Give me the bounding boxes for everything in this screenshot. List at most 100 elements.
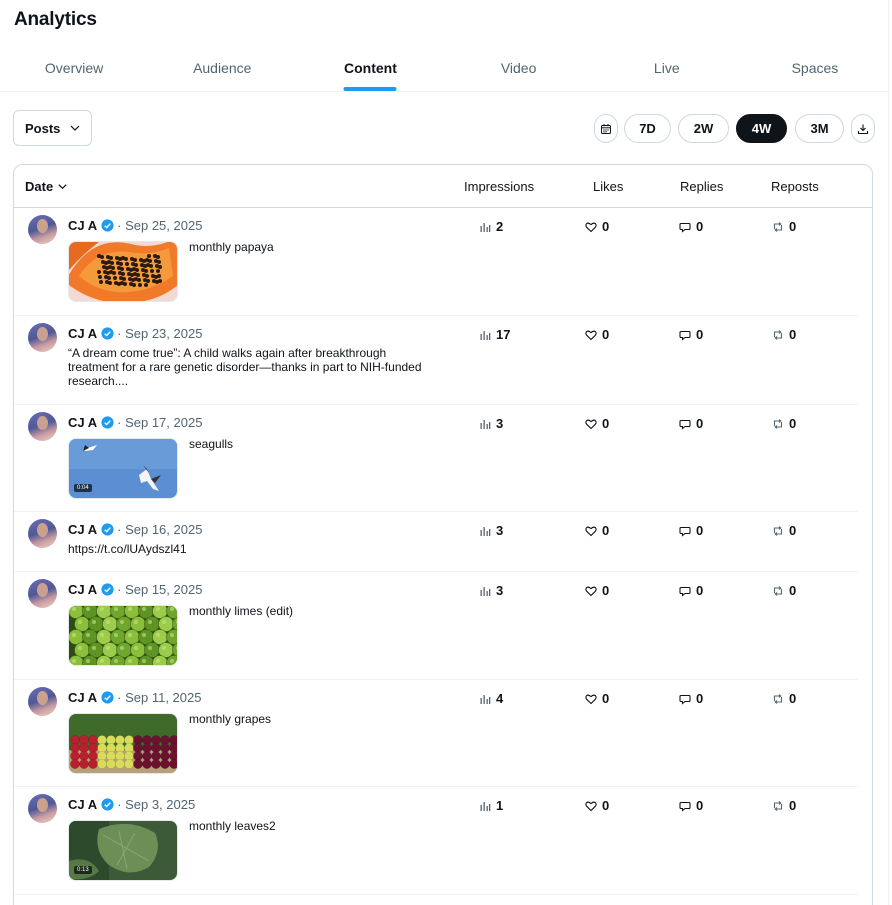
replies-value: 0 [696, 798, 704, 813]
table-row[interactable]: CJ A · Sep 25, 2025 monthly papaya 2 0 0 … [14, 208, 858, 316]
tab-overview[interactable]: Overview [0, 50, 148, 91]
post-analytics-table: Date Impressions Likes Replies Reposts C… [13, 164, 873, 905]
impressions-count: 17 [479, 327, 510, 342]
reply-icon [679, 330, 691, 341]
heart-icon [585, 419, 597, 429]
range-4w-button[interactable]: 4W [736, 114, 787, 143]
author-name[interactable]: CJ A [68, 326, 97, 341]
table-row[interactable]: CJ A · Sep 23, 2025 “A dream come true”:… [14, 316, 858, 405]
impressions-icon [480, 526, 491, 536]
avatar[interactable] [28, 323, 57, 352]
replies-value: 0 [696, 416, 704, 431]
table-row[interactable]: CJ A · Sep 15, 2025 monthly limes (edit)… [14, 572, 858, 680]
author-name[interactable]: CJ A [68, 522, 97, 537]
impressions-count: 1 [479, 798, 503, 813]
likes-value: 0 [602, 523, 610, 538]
impressions-value: 4 [496, 691, 504, 706]
likes-count: 0 [585, 416, 609, 431]
likes-value: 0 [602, 798, 610, 813]
dropdown-value: Posts [25, 120, 61, 136]
likes-count: 0 [585, 219, 609, 234]
post-media-thumbnail[interactable] [68, 713, 178, 774]
tab-audience[interactable]: Audience [148, 50, 296, 91]
post-text[interactable]: “A dream come true”: A child walks again… [68, 346, 428, 388]
analytics-tabs: Overview Audience Content Video Live Spa… [0, 50, 889, 92]
replies-value: 0 [696, 691, 704, 706]
table-row[interactable]: CJ A · Sep 17, 2025 0:04 seagulls 3 0 0 0 [14, 405, 858, 512]
avatar[interactable] [28, 579, 57, 608]
calendar-button[interactable] [594, 114, 618, 143]
impressions-value: 3 [496, 523, 504, 538]
content-type-dropdown[interactable]: Posts [13, 110, 92, 146]
author-name[interactable]: CJ A [68, 218, 97, 233]
reposts-value: 0 [789, 219, 797, 234]
reply-icon [679, 694, 691, 705]
post-text[interactable]: monthly leaves2 [189, 819, 429, 833]
reposts-count: 0 [772, 691, 796, 706]
repost-icon [773, 525, 783, 536]
download-icon [857, 124, 869, 134]
range-3m-button[interactable]: 3M [795, 114, 844, 143]
author-name[interactable]: CJ A [68, 690, 97, 705]
post-date: · Sep 15, 2025 [117, 582, 203, 597]
avatar[interactable] [28, 215, 57, 244]
sort-by-date-header[interactable]: Date [25, 179, 68, 194]
avatar[interactable] [28, 687, 57, 716]
impressions-count: 3 [479, 523, 503, 538]
post-media-thumbnail[interactable] [68, 241, 178, 302]
tab-label: Overview [44, 60, 104, 76]
chevron-down-icon [58, 184, 67, 190]
impressions-value: 3 [496, 583, 504, 598]
reposts-value: 0 [789, 416, 797, 431]
avatar[interactable] [28, 794, 57, 823]
verified-badge-icon [101, 583, 114, 596]
column-divider [888, 0, 889, 905]
tab-content[interactable]: Content [296, 50, 444, 91]
post-text[interactable]: monthly limes (edit) [189, 604, 429, 618]
post-media-thumbnail[interactable]: 0:13 [68, 820, 178, 881]
heart-icon [585, 330, 597, 340]
avatar[interactable] [28, 412, 57, 441]
post-author: CJ A · Sep 11, 2025 [68, 690, 201, 705]
heart-icon [585, 694, 597, 704]
tab-video[interactable]: Video [445, 50, 593, 91]
range-7d-button[interactable]: 7D [624, 114, 671, 143]
table-row[interactable]: CJ A · Sep 11, 2025 monthly grapes 4 0 0 … [14, 680, 858, 787]
post-text[interactable]: https://t.co/lUAydszl41 [68, 542, 428, 556]
column-label-date: Date [25, 179, 54, 194]
post-text[interactable]: monthly grapes [189, 712, 429, 726]
post-text[interactable]: seagulls [189, 437, 429, 451]
post-date: · Sep 23, 2025 [117, 326, 203, 341]
likes-value: 0 [602, 691, 610, 706]
download-button[interactable] [851, 114, 875, 143]
post-media-thumbnail[interactable] [68, 605, 178, 666]
author-name[interactable]: CJ A [68, 415, 97, 430]
repost-icon [773, 329, 783, 340]
verified-badge-icon [101, 691, 114, 704]
impressions-count: 4 [479, 691, 503, 706]
replies-count: 0 [679, 798, 703, 813]
author-name[interactable]: CJ A [68, 582, 97, 597]
chevron-down-icon [70, 125, 80, 131]
tab-live[interactable]: Live [593, 50, 741, 91]
author-name[interactable]: CJ A [68, 797, 97, 812]
tab-spaces[interactable]: Spaces [741, 50, 889, 91]
post-text[interactable]: monthly papaya [189, 240, 429, 254]
table-row[interactable]: CJ A · Sep 3, 2025 0:13 monthly leaves2 1… [14, 787, 858, 895]
table-header: Date Impressions Likes Replies Reposts [14, 165, 872, 208]
range-2w-button[interactable]: 2W [678, 114, 729, 143]
likes-value: 0 [602, 583, 610, 598]
likes-count: 0 [585, 691, 609, 706]
verified-badge-icon [101, 219, 114, 232]
likes-count: 0 [585, 523, 609, 538]
avatar[interactable] [28, 519, 57, 548]
impressions-icon [480, 330, 491, 340]
impressions-value: 17 [496, 327, 511, 342]
column-header-replies: Replies [680, 179, 724, 194]
impressions-value: 2 [496, 219, 504, 234]
post-media-thumbnail[interactable]: 0:04 [68, 438, 178, 499]
column-header-likes: Likes [593, 179, 624, 194]
replies-value: 0 [696, 583, 704, 598]
table-row[interactable]: CJ A · Sep 16, 2025 https://t.co/lUAydsz… [14, 512, 858, 572]
video-duration: 0:13 [74, 866, 92, 874]
